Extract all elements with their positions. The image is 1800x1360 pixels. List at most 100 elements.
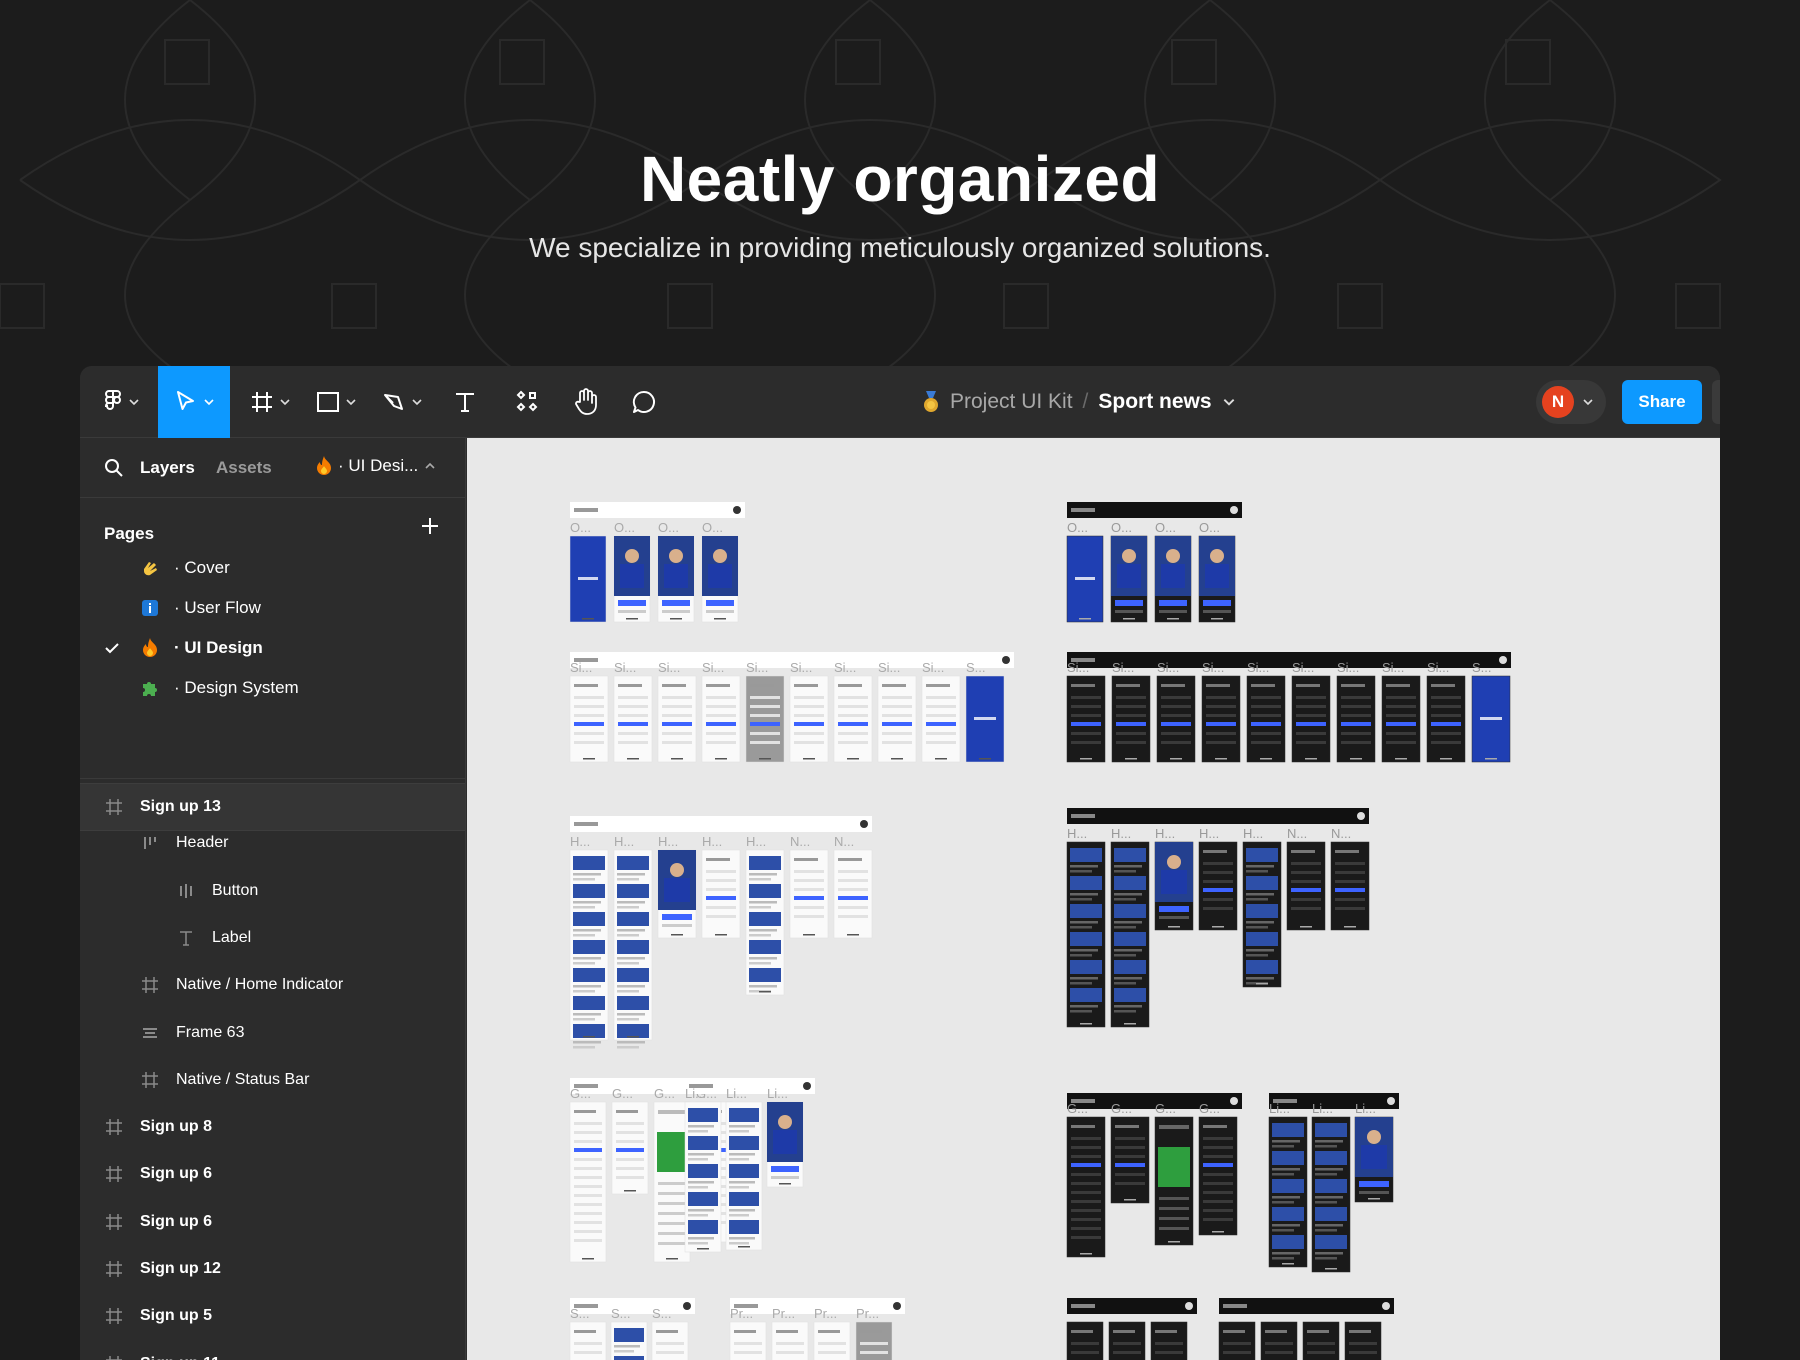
design-canvas[interactable]: O... O... O... O... O... O... O... O... Si... Si.… xyxy=(467,438,1720,1360)
layer-item-frame-63[interactable]: Frame 63 xyxy=(80,1013,465,1053)
artboard-section[interactable]: Li... Li... Li... xyxy=(684,1078,815,1253)
screen-thumbnail[interactable] xyxy=(1066,1321,1104,1360)
screen-thumbnail[interactable] xyxy=(1110,535,1148,623)
screen-thumbnail[interactable] xyxy=(833,849,873,939)
screen-thumbnail[interactable] xyxy=(1344,1321,1382,1360)
screen-thumbnail[interactable] xyxy=(725,1101,763,1251)
screen-thumbnail[interactable] xyxy=(611,1101,649,1195)
screen-thumbnail[interactable] xyxy=(789,849,829,939)
artboard-section[interactable]: Si... Si... Si... Si... Si... Si... Si... Si...… xyxy=(569,652,1014,763)
artboard-section[interactable]: Li... Li... Li... xyxy=(1268,1093,1399,1273)
artboard-section[interactable]: O... O... O... O... xyxy=(569,502,745,623)
share-button[interactable]: Share xyxy=(1622,380,1702,424)
tab-assets[interactable]: Assets xyxy=(216,458,272,478)
layer-item-native-home-indicator[interactable]: Native / Home Indicator xyxy=(80,965,465,1005)
screen-thumbnail[interactable] xyxy=(569,1101,607,1263)
hand-tool-button[interactable] xyxy=(558,366,614,438)
artboard-section[interactable] xyxy=(1066,1298,1197,1360)
artboard-section[interactable]: H... H... H... H... H... N... N... xyxy=(569,816,873,1049)
add-page-icon[interactable] xyxy=(420,516,440,536)
screen-thumbnail[interactable] xyxy=(701,535,739,623)
screen-thumbnail[interactable] xyxy=(1286,841,1326,931)
screen-thumbnail[interactable] xyxy=(613,849,653,1049)
components-tool-button[interactable] xyxy=(500,366,554,438)
page-item-design-system[interactable]: · Design System xyxy=(80,668,465,708)
screen-thumbnail[interactable] xyxy=(1291,675,1331,763)
artboard-section[interactable]: S... S... S... xyxy=(569,1298,695,1360)
user-menu-button[interactable]: N xyxy=(1536,380,1606,424)
screen-thumbnail[interactable] xyxy=(569,849,609,1049)
search-icon[interactable] xyxy=(104,458,124,478)
file-name[interactable]: Sport news xyxy=(1098,390,1211,414)
screen-thumbnail[interactable] xyxy=(684,1101,722,1253)
screen-thumbnail[interactable] xyxy=(1108,1321,1146,1360)
screen-thumbnail[interactable] xyxy=(1154,1116,1194,1246)
comment-tool-button[interactable] xyxy=(616,366,672,438)
screen-thumbnail[interactable] xyxy=(1381,675,1421,763)
screen-thumbnail[interactable] xyxy=(651,1321,689,1360)
screen-thumbnail[interactable] xyxy=(855,1321,893,1360)
page-item-cover[interactable]: · Cover xyxy=(80,548,465,588)
layer-item-sign-up-12[interactable]: Sign up 12 xyxy=(80,1249,465,1289)
screen-thumbnail[interactable] xyxy=(1066,535,1104,623)
layer-item-native-status-bar[interactable]: Native / Status Bar xyxy=(80,1060,465,1100)
page-switcher[interactable]: · UI Desi... xyxy=(316,456,436,476)
screen-thumbnail[interactable] xyxy=(1242,841,1282,988)
screen-thumbnail[interactable] xyxy=(613,535,651,623)
screen-thumbnail[interactable] xyxy=(833,675,873,763)
screen-thumbnail[interactable] xyxy=(701,675,741,763)
screen-thumbnail[interactable] xyxy=(789,675,829,763)
screen-thumbnail[interactable] xyxy=(1154,841,1194,931)
pen-tool-button[interactable] xyxy=(372,366,432,438)
screen-thumbnail[interactable] xyxy=(965,675,1005,763)
layer-item-button[interactable]: Button xyxy=(80,871,465,911)
page-item-user-flow[interactable]: · User Flow xyxy=(80,588,465,628)
layer-item-sign-up-5[interactable]: Sign up 5 xyxy=(80,1296,465,1336)
screen-thumbnail[interactable] xyxy=(1110,1116,1150,1204)
screen-thumbnail[interactable] xyxy=(1268,1116,1308,1268)
layer-item-sign-up-8[interactable]: Sign up 8 xyxy=(80,1107,465,1147)
main-menu-button[interactable] xyxy=(90,366,152,438)
move-tool-button[interactable] xyxy=(158,366,230,438)
screen-thumbnail[interactable] xyxy=(569,1321,607,1360)
screen-thumbnail[interactable] xyxy=(1156,675,1196,763)
screen-thumbnail[interactable] xyxy=(657,535,695,623)
screen-thumbnail[interactable] xyxy=(1111,675,1151,763)
artboard-section[interactable]: Si... Si... Si... Si... Si... Si... Si... Si...… xyxy=(1066,652,1511,763)
screen-thumbnail[interactable] xyxy=(1260,1321,1298,1360)
screen-thumbnail[interactable] xyxy=(1198,841,1238,931)
layer-item-sign-up-6[interactable]: Sign up 6 xyxy=(80,1202,465,1242)
project-name-link[interactable]: Project UI Kit xyxy=(950,390,1073,414)
screen-thumbnail[interactable] xyxy=(569,675,609,763)
screen-thumbnail[interactable] xyxy=(877,675,917,763)
screen-thumbnail[interactable] xyxy=(745,675,785,763)
screen-thumbnail[interactable] xyxy=(1198,1116,1238,1236)
text-tool-button[interactable] xyxy=(440,366,490,438)
screen-thumbnail[interactable] xyxy=(729,1321,767,1360)
frame-tool-button[interactable] xyxy=(240,366,300,438)
screen-thumbnail[interactable] xyxy=(657,675,697,763)
screen-thumbnail[interactable] xyxy=(745,849,785,996)
tab-layers[interactable]: Layers xyxy=(140,458,195,478)
shape-tool-button[interactable] xyxy=(306,366,366,438)
screen-thumbnail[interactable] xyxy=(1201,675,1241,763)
screen-thumbnail[interactable] xyxy=(1246,675,1286,763)
chevron-down-icon[interactable] xyxy=(1222,395,1236,409)
screen-thumbnail[interactable] xyxy=(1110,841,1150,1028)
screen-thumbnail[interactable] xyxy=(1471,675,1511,763)
screen-thumbnail[interactable] xyxy=(1330,841,1370,931)
screen-thumbnail[interactable] xyxy=(1302,1321,1340,1360)
screen-thumbnail[interactable] xyxy=(657,849,697,939)
artboard-section[interactable]: G... G... G... G... xyxy=(1066,1093,1242,1258)
artboard-section[interactable]: Pr... Pr... Pr... Pr... xyxy=(729,1298,905,1360)
artboard-section[interactable]: O... O... O... O... xyxy=(1066,502,1242,623)
screen-thumbnail[interactable] xyxy=(1150,1321,1188,1360)
screen-thumbnail[interactable] xyxy=(1311,1116,1351,1273)
screen-thumbnail[interactable] xyxy=(1218,1321,1256,1360)
screen-thumbnail[interactable] xyxy=(610,1321,648,1360)
screen-thumbnail[interactable] xyxy=(1336,675,1376,763)
screen-thumbnail[interactable] xyxy=(653,1101,691,1263)
layer-item-header[interactable]: Header xyxy=(80,823,465,863)
toolbar-overflow-button[interactable] xyxy=(1712,380,1720,424)
page-item-ui-design[interactable]: · UI Design xyxy=(80,628,465,668)
